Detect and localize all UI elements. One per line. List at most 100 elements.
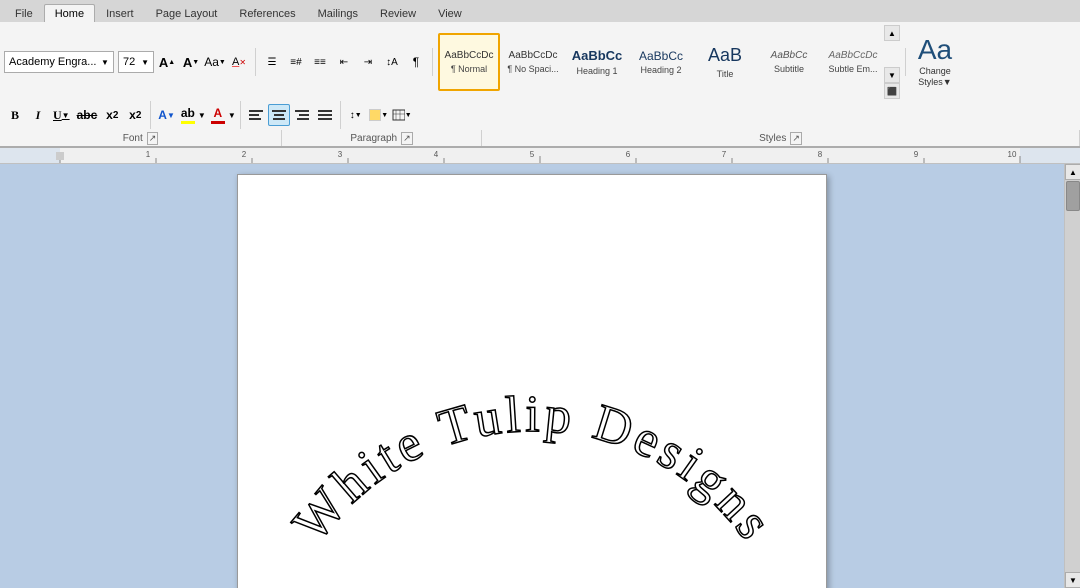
svg-text:10: 10 bbox=[1008, 150, 1017, 159]
separator1 bbox=[255, 48, 256, 76]
styles-gallery: AaBbCcDc ¶ Normal AaBbCcDc ¶ No Spaci...… bbox=[438, 25, 900, 99]
align-left-button[interactable] bbox=[245, 104, 267, 126]
change-case-button[interactable]: Aa▼ bbox=[204, 51, 226, 73]
font-group-label: Font ↗ bbox=[0, 130, 282, 146]
style-normal-label: ¶ Normal bbox=[451, 64, 487, 74]
font-color-label: A bbox=[213, 106, 222, 120]
style-heading2-preview: AaBbCc bbox=[639, 49, 683, 63]
align-right-button[interactable] bbox=[291, 104, 313, 126]
ruler: // This won't execute in SVG inline, usi… bbox=[0, 148, 1080, 164]
curved-text-svg: White Tulip Designs bbox=[238, 175, 827, 588]
font-size-value: 72 bbox=[123, 56, 141, 68]
svg-text:8: 8 bbox=[818, 150, 823, 159]
font-name-dropdown-arrow[interactable]: ▼ bbox=[101, 58, 109, 67]
font-grow-button[interactable]: A▲ bbox=[156, 51, 178, 73]
increase-indent-button[interactable]: ⇥ bbox=[357, 51, 379, 73]
separator6 bbox=[340, 101, 341, 129]
app-window: File Home Insert Page Layout References … bbox=[0, 0, 1080, 588]
change-styles-label: ChangeStyles▼ bbox=[918, 66, 951, 88]
style-heading2-label: Heading 2 bbox=[640, 65, 681, 75]
align-right-icon bbox=[295, 109, 309, 121]
font-color-bar bbox=[211, 121, 225, 124]
scroll-down-button[interactable]: ▼ bbox=[1065, 572, 1080, 588]
tab-view[interactable]: View bbox=[427, 4, 473, 22]
borders-button[interactable]: ▼ bbox=[391, 104, 413, 126]
italic-button[interactable]: I bbox=[27, 104, 49, 126]
style-no-spacing[interactable]: AaBbCcDc ¶ No Spaci... bbox=[502, 33, 564, 91]
tab-page-layout[interactable]: Page Layout bbox=[145, 4, 229, 22]
superscript-button[interactable]: x2 bbox=[124, 104, 146, 126]
ribbon-row2: B I U▼ abc x2 x2 A▼ ab ▼ A bbox=[0, 100, 1080, 130]
numbered-list-button[interactable]: ≡# bbox=[285, 51, 307, 73]
style-normal[interactable]: AaBbCcDc ¶ Normal bbox=[438, 33, 500, 91]
sort-button[interactable]: ↕A bbox=[381, 51, 403, 73]
style-no-spacing-preview: AaBbCcDc bbox=[509, 50, 558, 62]
tab-mailings[interactable]: Mailings bbox=[307, 4, 369, 22]
paragraph-group-label: Paragraph ↗ bbox=[282, 130, 482, 146]
font-shrink-button[interactable]: A▼ bbox=[180, 51, 202, 73]
highlight-dropdown[interactable]: ▼ bbox=[198, 111, 206, 120]
tab-home[interactable]: Home bbox=[44, 4, 95, 22]
tab-insert[interactable]: Insert bbox=[95, 4, 145, 22]
justify-button[interactable] bbox=[314, 104, 336, 126]
font-name-dropdown[interactable]: Academy Engra... ▼ bbox=[4, 51, 114, 73]
multilevel-list-button[interactable]: ≡≡ bbox=[309, 51, 331, 73]
scroll-up-button[interactable]: ▲ bbox=[1065, 164, 1080, 180]
style-subtle-emphasis-label: Subtle Em... bbox=[828, 64, 877, 74]
decrease-indent-button[interactable]: ⇤ bbox=[333, 51, 355, 73]
tab-review[interactable]: Review bbox=[369, 4, 427, 22]
change-styles-button[interactable]: Aa ChangeStyles▼ bbox=[911, 33, 959, 91]
gallery-scroll-down[interactable]: ▼ bbox=[884, 67, 900, 83]
style-title[interactable]: AaB Title bbox=[694, 33, 756, 91]
bold-button[interactable]: B bbox=[4, 104, 26, 126]
style-heading1-label: Heading 1 bbox=[576, 66, 617, 76]
separator3 bbox=[905, 48, 906, 76]
vertical-scrollbar[interactable]: ▲ ▼ bbox=[1064, 164, 1080, 588]
shading-button[interactable]: ▼ bbox=[368, 104, 390, 126]
gallery-scroll-up[interactable]: ▲ bbox=[884, 25, 900, 41]
align-center-icon bbox=[272, 109, 286, 121]
highlight-color-bar bbox=[181, 121, 195, 124]
show-formatting-button[interactable]: ¶ bbox=[405, 51, 427, 73]
style-title-preview: AaB bbox=[708, 45, 742, 67]
align-center-button[interactable] bbox=[268, 104, 290, 126]
style-subtle-emphasis[interactable]: AaBbCcDc Subtle Em... bbox=[822, 33, 884, 91]
strikethrough-button[interactable]: abc bbox=[74, 104, 101, 126]
document-scroll-container: White Tulip Designs ▲ ▼ bbox=[0, 164, 1080, 588]
svg-text:9: 9 bbox=[914, 150, 919, 159]
tab-references[interactable]: References bbox=[228, 4, 306, 22]
styles-list: AaBbCcDc ¶ Normal AaBbCcDc ¶ No Spaci...… bbox=[438, 33, 884, 91]
svg-text:1: 1 bbox=[146, 150, 151, 159]
font-group-dialog[interactable]: ↗ bbox=[147, 132, 159, 145]
style-heading2[interactable]: AaBbCc Heading 2 bbox=[630, 33, 692, 91]
line-spacing-button[interactable]: ↕▼ bbox=[345, 104, 367, 126]
justify-icon bbox=[318, 109, 332, 121]
group-labels-row: Font ↗ Paragraph ↗ Styles ↗ bbox=[0, 130, 1080, 148]
font-size-arrow[interactable]: ▼ bbox=[141, 58, 149, 67]
highlight-button[interactable]: ab bbox=[179, 106, 197, 124]
font-name-value: Academy Engra... bbox=[9, 56, 99, 68]
style-normal-preview: AaBbCcDc bbox=[445, 50, 494, 62]
font-color-dropdown[interactable]: ▼ bbox=[228, 111, 236, 120]
font-color-button[interactable]: A bbox=[209, 106, 227, 124]
clear-format-button[interactable]: A✕ bbox=[228, 51, 250, 73]
text-effects-button[interactable]: A▼ bbox=[155, 104, 178, 126]
svg-text:3: 3 bbox=[338, 150, 343, 159]
scroll-track[interactable] bbox=[1065, 180, 1080, 572]
highlight-label: ab bbox=[181, 106, 195, 120]
subscript-button[interactable]: x2 bbox=[101, 104, 123, 126]
bullets-button[interactable]: ☰ bbox=[261, 51, 283, 73]
tab-file[interactable]: File bbox=[4, 4, 44, 22]
change-styles-icon: Aa bbox=[918, 36, 952, 64]
scroll-thumb[interactable] bbox=[1066, 181, 1080, 211]
style-title-label: Title bbox=[717, 69, 734, 79]
document-page[interactable]: White Tulip Designs bbox=[237, 174, 827, 588]
style-heading1[interactable]: AaBbCc Heading 1 bbox=[566, 33, 628, 91]
underline-button[interactable]: U▼ bbox=[50, 104, 73, 126]
gallery-expand-button[interactable]: ⬛ bbox=[884, 83, 900, 99]
font-size-dropdown[interactable]: 72 ▼ bbox=[118, 51, 154, 73]
paragraph-group-dialog[interactable]: ↗ bbox=[401, 132, 413, 145]
styles-group-dialog[interactable]: ↗ bbox=[790, 132, 802, 145]
style-subtitle[interactable]: AaBbCc Subtitle bbox=[758, 33, 820, 91]
svg-text:4: 4 bbox=[434, 150, 439, 159]
